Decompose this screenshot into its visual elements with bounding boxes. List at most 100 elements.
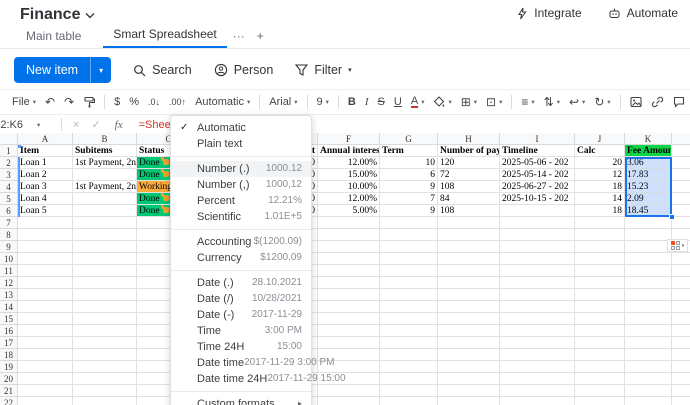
font-family-menu[interactable]: Arial ▾ [269,96,297,108]
search-button[interactable]: Search [133,63,192,77]
grid-cell-B21[interactable] [73,385,137,397]
grid-cell-A20[interactable] [18,373,73,385]
grid-cell-I8[interactable] [500,229,575,241]
grid-cell-I21[interactable] [500,385,575,397]
grid-cell-K19[interactable] [625,361,672,373]
grid-cell-J10[interactable] [575,253,625,265]
text-rotation-button[interactable]: ↻ ▾ [594,96,610,108]
grid-cell-H18[interactable] [438,349,500,361]
grid-cell-G1[interactable]: Term [380,145,438,157]
grid-cell-F3[interactable]: 15.00% [318,169,380,181]
menu-item-custom-formats[interactable]: Custom formats ▸ [171,396,311,405]
vertical-align-button[interactable]: ⇅ ▾ [544,96,560,108]
grid-cell-G19[interactable] [380,361,438,373]
new-item-button[interactable]: New item ▾ [14,57,112,83]
board-title[interactable]: Finance [20,6,95,24]
grid-cell-H9[interactable] [438,241,500,253]
grid-cell-H5[interactable]: 84 [438,193,500,205]
grid-cell-H6[interactable]: 108 [438,205,500,217]
grid-cell-F16[interactable] [318,325,380,337]
grid-cell-K7[interactable] [625,217,672,229]
paint-format-button[interactable] [83,96,96,108]
grid-cell-G5[interactable]: 7 [380,193,438,205]
tab-smart-spreadsheet[interactable]: Smart Spreadsheet [103,27,227,48]
grid-cell-I22[interactable] [500,397,575,405]
grid-cell-A1[interactable]: Item [18,145,73,157]
row-header-22[interactable]: 22 [0,397,18,405]
grid-cell-K14[interactable] [625,301,672,313]
grid-cell-B15[interactable] [73,313,137,325]
menu-item-currency[interactable]: Currency $1200.09 [171,250,311,266]
grid-cell-B16[interactable] [73,325,137,337]
grid-cell-H22[interactable] [438,397,500,405]
row-header-16[interactable]: 16 [0,325,18,337]
grid-cell-B22[interactable] [73,397,137,405]
grid-cell-H8[interactable] [438,229,500,241]
grid-cell-I9[interactable] [500,241,575,253]
grid-cell-G17[interactable] [380,337,438,349]
undo-button[interactable]: ↶ [45,96,55,108]
grid-cell-A14[interactable] [18,301,73,313]
menu-item-date[interactable]: Date (.) 28.10.2021 [171,275,311,291]
grid-cell-B5[interactable] [73,193,137,205]
grid-cell-B7[interactable] [73,217,137,229]
font-size-menu[interactable]: 9 ▾ [317,96,329,108]
grid-cell-J9[interactable] [575,241,625,253]
grid-cell-H20[interactable] [438,373,500,385]
grid-cell-B20[interactable] [73,373,137,385]
currency-format-button[interactable]: $ [114,96,120,108]
grid-cell-I19[interactable] [500,361,575,373]
grid-cell-K12[interactable] [625,277,672,289]
underline-button[interactable]: U [394,96,402,108]
menu-item-number[interactable]: Number (.) 1000.12 [171,161,311,177]
menu-item-date[interactable]: Date (/) 10/28/2021 [171,291,311,307]
menu-item-scientific[interactable]: Scientific 1.01E+5 [171,209,311,225]
grid-cell-K11[interactable] [625,265,672,277]
menu-item-time[interactable]: Time 3:00 PM [171,323,311,339]
grid-cell-B10[interactable] [73,253,137,265]
grid-cell-G18[interactable] [380,349,438,361]
grid-cell-H1[interactable]: Number of payments [438,145,500,157]
menu-item-percent[interactable]: Percent 12.21% [171,193,311,209]
grid-cell-F12[interactable] [318,277,380,289]
grid-cell-G11[interactable] [380,265,438,277]
grid-cell-G14[interactable] [380,301,438,313]
name-box[interactable]: K2:K6 ▾ [0,119,56,131]
grid-cell-B12[interactable] [73,277,137,289]
grid-cell-G7[interactable] [380,217,438,229]
row-header-13[interactable]: 13 [0,289,18,301]
grid-cell-K9[interactable] [625,241,672,253]
grid-cell-A15[interactable] [18,313,73,325]
integrate-button[interactable]: Integrate [516,6,582,20]
grid-cell-J8[interactable] [575,229,625,241]
column-header-B[interactable]: B [73,133,137,145]
grid-cell-F8[interactable] [318,229,380,241]
filter-button[interactable]: Filter ▾ [295,63,352,77]
menu-item-time-24h[interactable]: Time 24H 15:00 [171,339,311,355]
grid-cell-J11[interactable] [575,265,625,277]
grid-cell-I14[interactable] [500,301,575,313]
grid-cell-F15[interactable] [318,313,380,325]
grid-cell-H16[interactable] [438,325,500,337]
grid-cell-H2[interactable]: 120 [438,157,500,169]
grid-cell-G13[interactable] [380,289,438,301]
grid-cell-J1[interactable]: Calc [575,145,625,157]
grid-cell-A10[interactable] [18,253,73,265]
tab-main-table[interactable]: Main table [16,29,91,48]
grid-cell-I3[interactable]: 2025-05-14 - 202 [500,169,575,181]
automate-button[interactable]: Automate [608,6,678,20]
grid-cell-J19[interactable] [575,361,625,373]
grid-cell-B8[interactable] [73,229,137,241]
row-header-11[interactable]: 11 [0,265,18,277]
grid-cell-K21[interactable] [625,385,672,397]
grid-cell-I7[interactable] [500,217,575,229]
menu-item-accounting[interactable]: Accounting $(1200.09) [171,234,311,250]
grid-cell-G3[interactable]: 6 [380,169,438,181]
row-header-1[interactable]: 1 [0,145,18,157]
grid-cell-A9[interactable] [18,241,73,253]
grid-cell-A4[interactable]: Loan 3 [18,181,73,193]
row-header-2[interactable]: 2 [0,157,18,169]
column-header-K[interactable]: K [625,133,672,145]
grid-cell-G15[interactable] [380,313,438,325]
column-header-I[interactable]: I [500,133,575,145]
